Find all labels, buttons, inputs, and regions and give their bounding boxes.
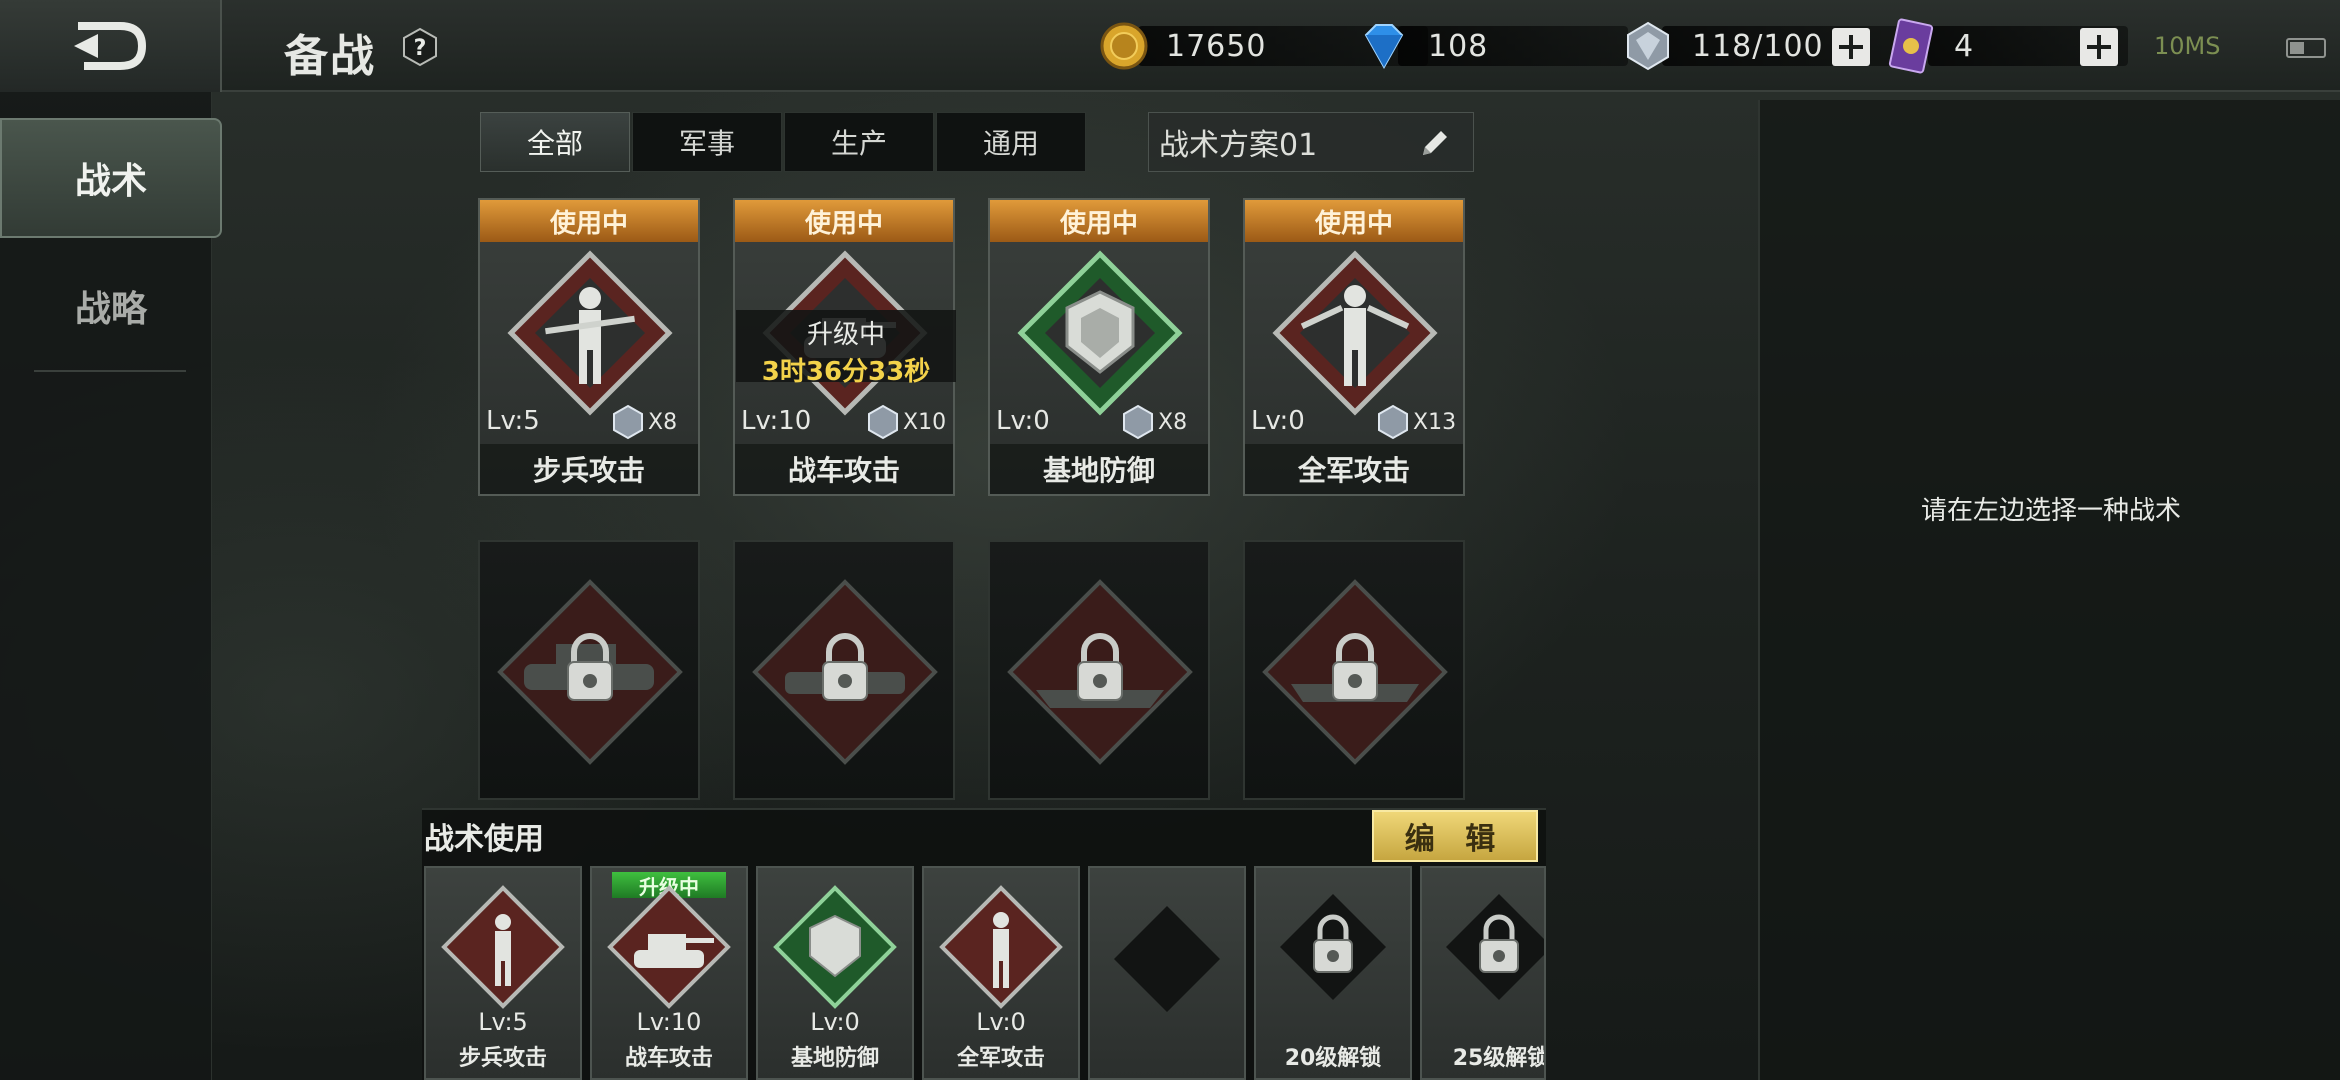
locked-warship-emblem-icon — [1262, 579, 1448, 765]
card-value: 4 — [1954, 28, 1975, 64]
top-bar: 备战 ? 17650 108 118/100 4 10MS — [0, 0, 2340, 92]
filter-tabs: 全部 军事 生产 通用 — [480, 112, 1088, 172]
upgrade-timer-overlay: 升级中 3时36分33秒 — [736, 310, 956, 387]
crystal-icon — [613, 404, 643, 440]
tactic-slot-all-army[interactable]: Lv:0 全军攻击 — [922, 866, 1080, 1080]
svg-text:?: ? — [414, 36, 427, 61]
locked-naval-emblem-icon — [1007, 579, 1193, 765]
tactic-slot-locked-20[interactable]: 20级解锁 — [1254, 866, 1412, 1080]
plan-name-label: 战术方案01 — [1159, 128, 1318, 163]
tactic-slot-locked-25[interactable]: 25级解锁 — [1420, 866, 1546, 1080]
tab-production[interactable]: 生产 — [784, 112, 934, 172]
diamond-icon — [1364, 24, 1404, 70]
add-crystal-button[interactable] — [1832, 28, 1870, 66]
crystal-icon — [1123, 404, 1153, 440]
card-cost: X10 — [903, 410, 947, 435]
tab-all[interactable]: 全部 — [480, 112, 630, 172]
upgrade-label: 升级中 — [806, 320, 885, 350]
diamond-resource: 108 — [1358, 24, 1628, 70]
all-army-emblem-icon — [939, 885, 1063, 1009]
locked-tactic-card[interactable] — [478, 540, 700, 800]
tactic-slot-tank[interactable]: 升级中 Lv:10 战车攻击 — [590, 866, 748, 1080]
card-name: 步兵攻击 — [480, 444, 698, 494]
diamond-value: 108 — [1428, 28, 1489, 64]
slot-name: 步兵攻击 — [458, 1046, 547, 1071]
tactic-card-all-army[interactable]: 使用中 Lv:0 X13 全军攻击 — [1243, 198, 1465, 496]
card-level: Lv:0 — [1251, 406, 1305, 436]
card-name: 战车攻击 — [735, 444, 953, 494]
tactic-card-infantry[interactable]: 使用中 Lv:5 X8 步兵攻击 — [478, 198, 700, 496]
crystal-value: 118/100 — [1692, 28, 1824, 64]
plan-name-field[interactable]: 战术方案01 — [1148, 112, 1474, 172]
card-name: 全军攻击 — [1245, 444, 1463, 494]
edit-button[interactable]: 编 辑 — [1372, 810, 1538, 862]
slot-unlock-label: 25级解锁 — [1452, 1046, 1546, 1071]
in-use-badge: 使用中 — [990, 200, 1208, 242]
locked-tactic-card[interactable] — [988, 540, 1210, 800]
gold-value: 17650 — [1166, 28, 1267, 64]
padlock-icon — [1280, 894, 1386, 1000]
slot-level: Lv:10 — [636, 1008, 702, 1036]
slot-level: Lv:5 — [478, 1008, 528, 1036]
slot-level: Lv:0 — [810, 1008, 860, 1036]
locked-tactic-card[interactable] — [733, 540, 955, 800]
upgrade-timer: 3时36分33秒 — [761, 357, 931, 387]
tactic-slot-empty[interactable] — [1088, 866, 1246, 1080]
slot-name: 全军攻击 — [956, 1046, 1045, 1071]
card-cost: X8 — [1158, 410, 1188, 435]
slot-name: 战车攻击 — [624, 1046, 713, 1071]
all-army-emblem-icon — [1272, 250, 1438, 416]
card-cost: X13 — [1413, 410, 1457, 435]
card-cost: X8 — [648, 410, 678, 435]
tank-emblem-icon — [607, 885, 731, 1009]
infantry-emblem-icon — [507, 250, 673, 416]
tactic-slot-base-defense[interactable]: Lv:0 基地防御 — [756, 866, 914, 1080]
tactic-detail-panel: 请在左边选择一种战术 — [1758, 100, 2340, 1080]
in-use-badge: 使用中 — [480, 200, 698, 242]
gold-coin-icon — [1100, 22, 1148, 70]
tactic-card-base-defense[interactable]: 使用中 Lv:0 X8 基地防御 — [988, 198, 1210, 496]
base-defense-emblem-icon — [773, 885, 897, 1009]
base-defense-emblem-icon — [1017, 250, 1183, 416]
gold-resource: 17650 — [1098, 22, 1428, 70]
crystal-resource: 118/100 — [1622, 21, 1912, 71]
sidebar — [0, 92, 212, 1080]
tactic-slot-infantry[interactable]: Lv:5 步兵攻击 — [424, 866, 582, 1080]
back-arrow-icon — [74, 22, 147, 70]
ping-indicator: 10MS — [2154, 32, 2221, 60]
crystal-icon — [868, 404, 898, 440]
in-use-badge: 使用中 — [735, 200, 953, 242]
tab-military[interactable]: 军事 — [632, 112, 782, 172]
slot-level: Lv:0 — [976, 1008, 1026, 1036]
sidebar-tab-strategy[interactable]: 战略 — [0, 246, 222, 366]
in-use-badge: 使用中 — [1245, 200, 1463, 242]
pencil-icon[interactable] — [1417, 127, 1451, 161]
select-hint: 请在左边选择一种战术 — [1920, 496, 2181, 526]
back-button[interactable] — [0, 0, 222, 92]
page-title: 备战 — [284, 31, 376, 82]
locked-tank-emblem-icon — [497, 579, 683, 765]
card-name: 基地防御 — [990, 444, 1208, 494]
empty-slot-icon — [1114, 906, 1220, 1012]
question-hex-icon[interactable]: ? — [400, 27, 440, 67]
slot-name: 基地防御 — [790, 1046, 879, 1071]
tab-general[interactable]: 通用 — [936, 112, 1086, 172]
battery-icon — [2286, 38, 2326, 58]
infantry-emblem-icon — [441, 885, 565, 1009]
card-level: Lv:0 — [996, 406, 1050, 436]
crystal-icon — [1627, 21, 1669, 71]
card-resource: 4 — [1888, 18, 2128, 74]
card-level: Lv:10 — [741, 406, 812, 436]
locked-artillery-emblem-icon — [752, 579, 938, 765]
sidebar-tab-tactics[interactable]: 战术 — [0, 118, 222, 238]
locked-tactic-card[interactable] — [1243, 540, 1465, 800]
add-card-button[interactable] — [2080, 28, 2118, 66]
card-level: Lv:5 — [486, 406, 540, 436]
crystal-icon — [1378, 404, 1408, 440]
purple-card-icon — [1888, 18, 1934, 74]
sidebar-divider — [34, 370, 186, 372]
slot-unlock-label: 20级解锁 — [1284, 1046, 1382, 1071]
dock-title: 战术使用 — [424, 822, 544, 857]
padlock-icon — [1446, 894, 1544, 1000]
